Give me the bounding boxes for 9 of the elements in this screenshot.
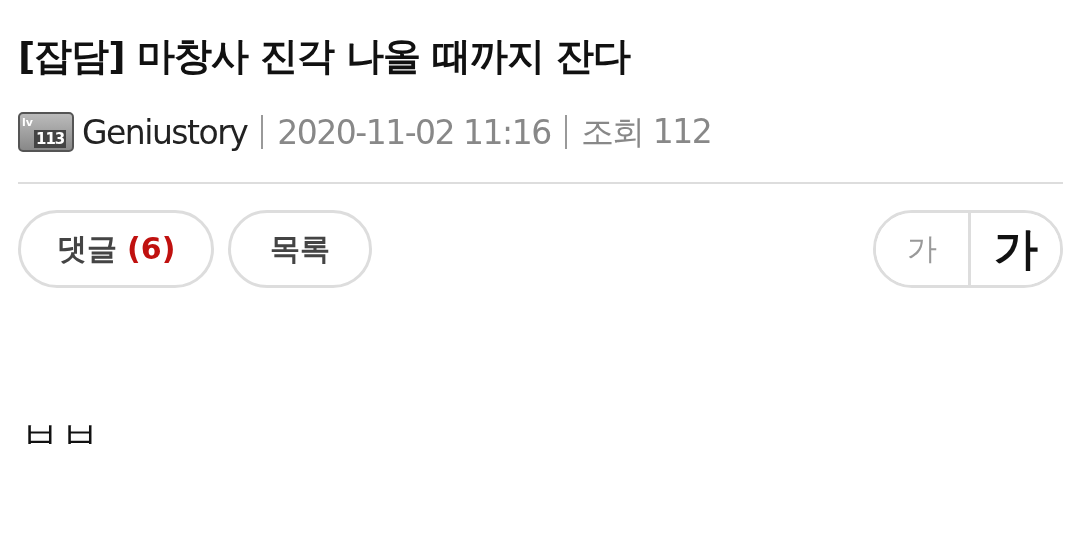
level-badge-icon: lv 113 — [18, 112, 74, 152]
post-body: ㅂㅂ — [20, 411, 101, 460]
view-count: 조회 112 — [580, 110, 712, 153]
author-name[interactable]: Geniustory — [82, 112, 248, 152]
post-title: [잡담] 마창사 진각 나올 때까지 잔다 — [18, 33, 632, 80]
post-date: 2020-11-02 11:16 — [277, 112, 551, 152]
list-button[interactable]: 목록 — [228, 210, 372, 288]
comments-button[interactable]: 댓글 (6) — [18, 210, 214, 288]
font-size-button[interactable]: 가 — [968, 213, 1060, 285]
